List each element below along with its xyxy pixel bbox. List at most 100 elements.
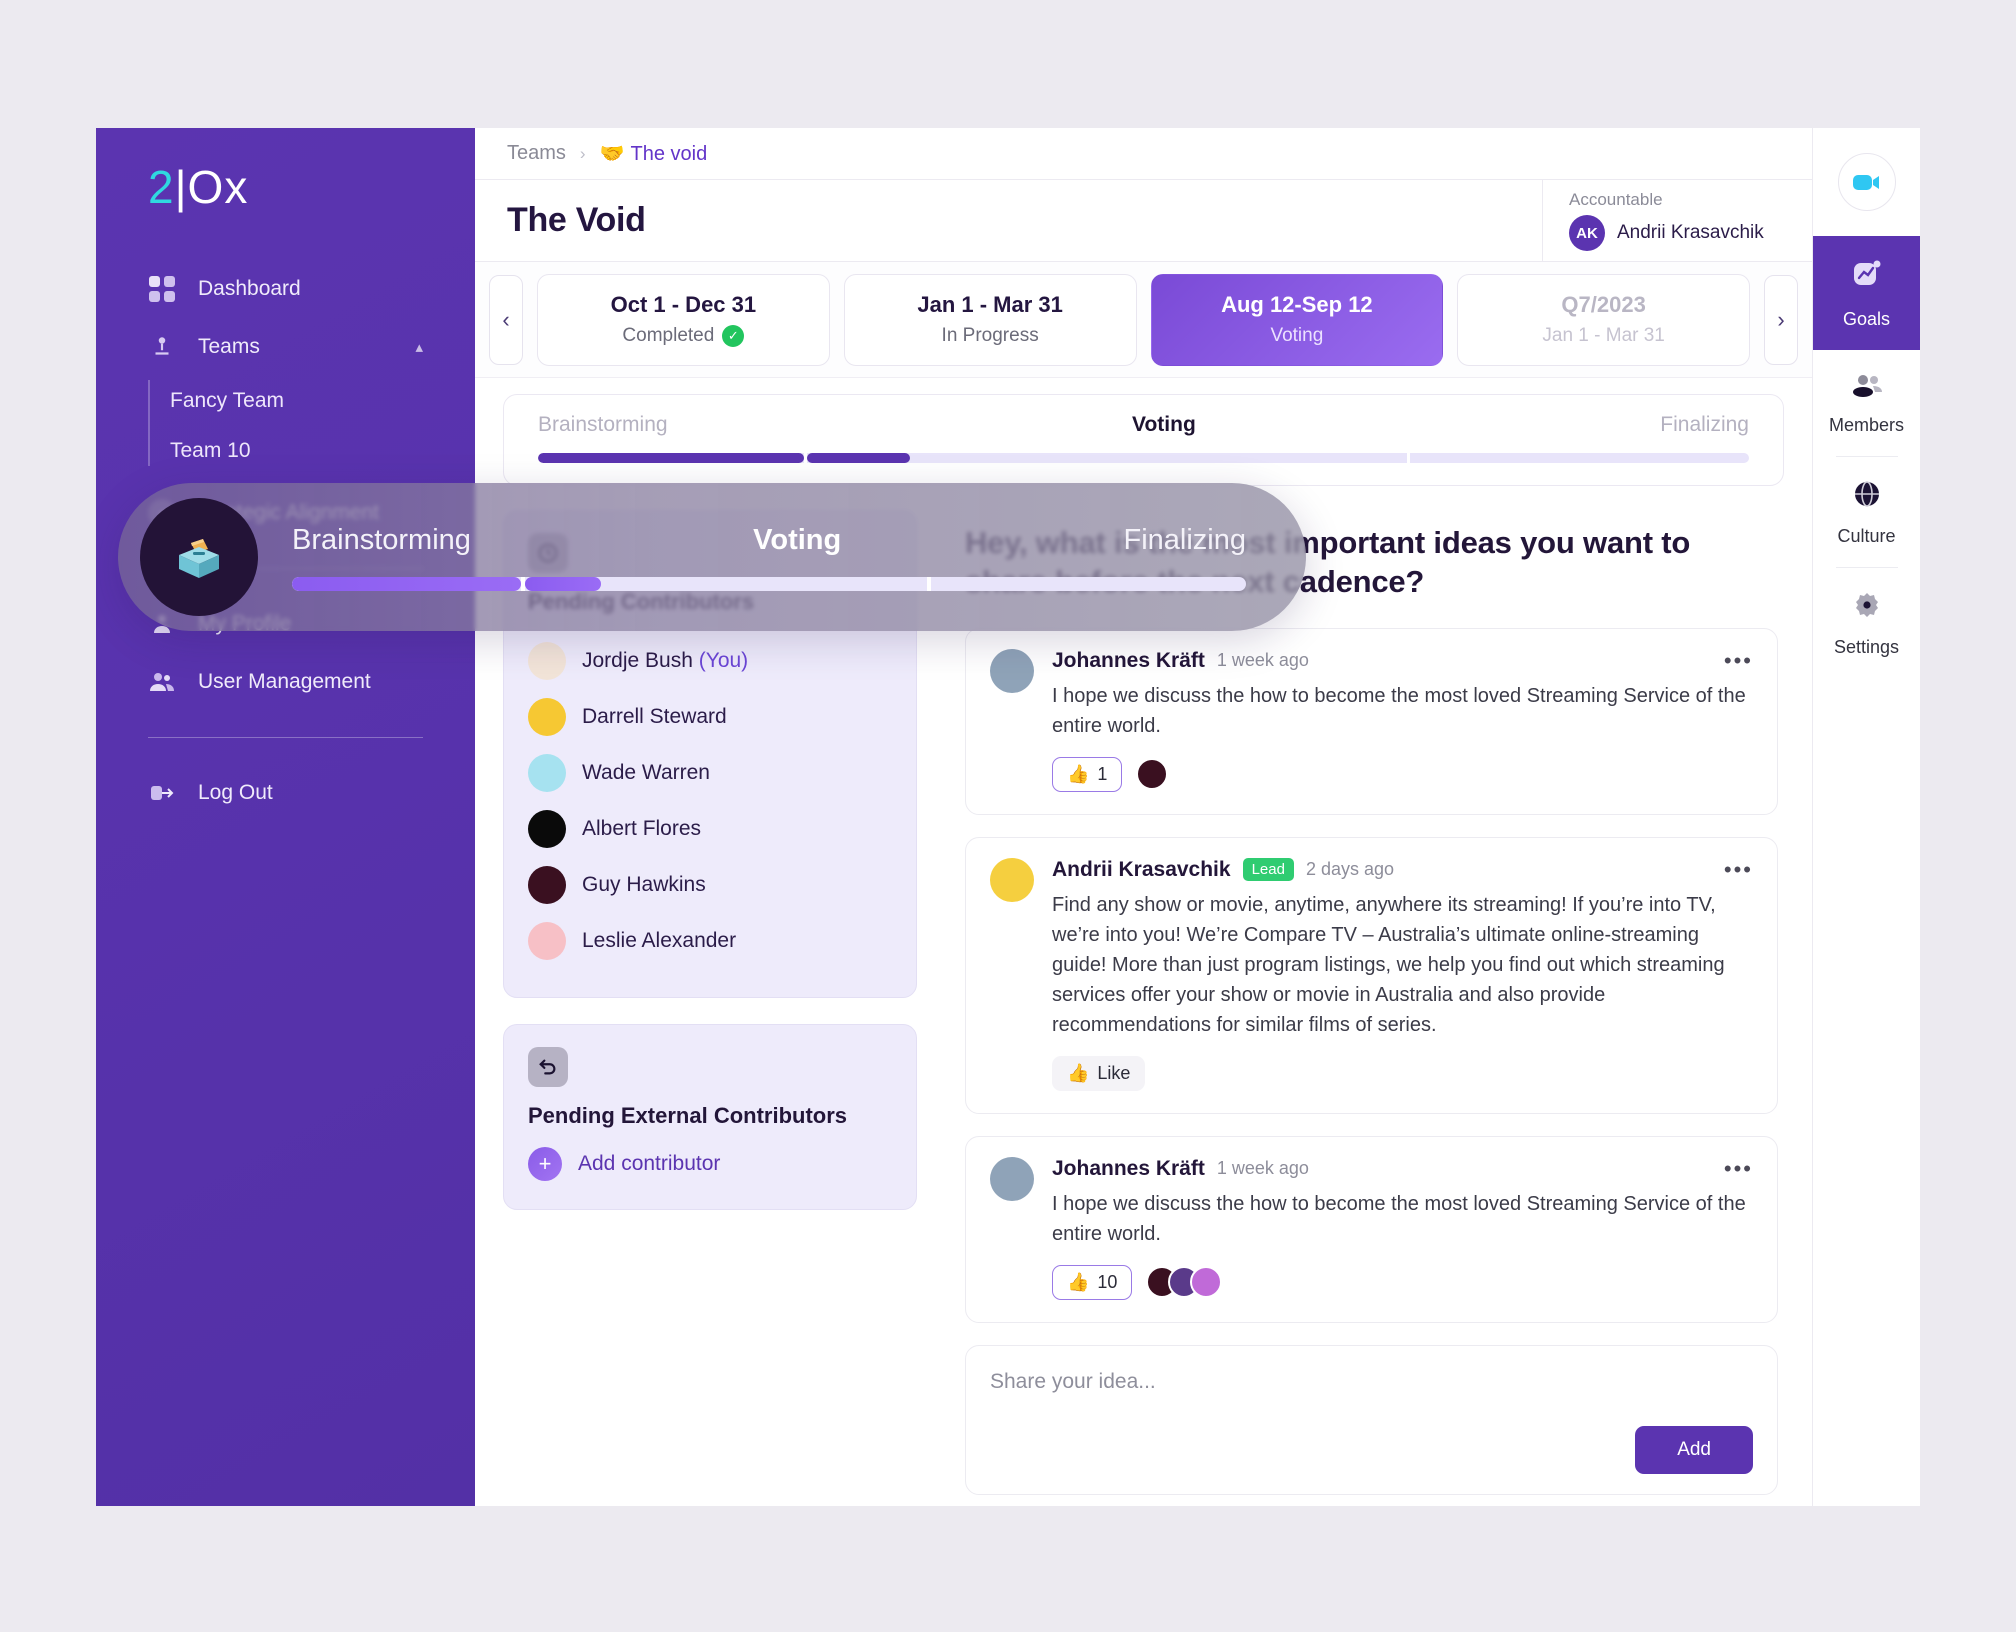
timeline-prev-button[interactable]: ‹ (489, 274, 523, 365)
chevron-up-icon[interactable]: ▴ (415, 338, 423, 356)
video-call-block (1813, 128, 1920, 236)
overlay-tab-voting[interactable]: Voting (753, 524, 841, 557)
team-icon (148, 333, 176, 361)
timeline-card-1[interactable]: Oct 1 - Dec 31 Completed ✓ (537, 273, 830, 366)
app-logo[interactable]: 2|Ox (96, 128, 475, 248)
handshake-icon: 🤝 (599, 143, 625, 165)
sidebar-item-label: Teams (198, 335, 260, 358)
timeline-range: Jan 1 - Mar 31 (917, 292, 1063, 317)
timeline-range: Q7/2023 (1561, 292, 1646, 317)
logo-char-bar: | (174, 161, 188, 213)
phase-overlay[interactable]: Brainstorming Voting Finalizing (118, 483, 1306, 631)
idea-timestamp: 1 week ago (1216, 650, 1309, 670)
you-tag: (You) (692, 649, 749, 672)
idea-menu-button[interactable]: ••• (1724, 649, 1753, 671)
sidebar-item-label: Dashboard (198, 277, 301, 300)
logo-char-2: 2 (148, 161, 175, 213)
idea-menu-button[interactable]: ••• (1724, 1157, 1753, 1179)
idea-card: Andrii Krasavchik Lead 2 days ago ••• Fi… (965, 836, 1778, 1114)
avatar (528, 642, 566, 680)
rail-item-culture[interactable]: Culture (1813, 457, 1920, 567)
breadcrumb-separator: › (579, 143, 586, 163)
timeline-status: Completed ✓ (622, 325, 745, 347)
sidebar-item-logout[interactable]: Log Out (96, 764, 475, 822)
page-title: The Void (507, 201, 646, 239)
rail-item-goals[interactable]: Goals (1813, 236, 1920, 350)
accountable-block: Accountable AK Andrii Krasavchik (1542, 180, 1812, 261)
add-contributor-label: Add contributor (578, 1152, 721, 1175)
phase-progress-fill-b (807, 453, 911, 463)
like-button[interactable]: 👍 Like (1052, 1055, 1146, 1091)
idea-menu-button[interactable]: ••• (1724, 858, 1753, 880)
sidebar-team-fancy[interactable]: Fancy Team (170, 376, 475, 426)
contributor-name: Guy Hawkins (582, 873, 706, 896)
tab-finalizing[interactable]: Finalizing (1660, 413, 1749, 437)
list-item[interactable]: Jordje Bush (You) (528, 633, 892, 689)
external-contributors-title: Pending External Contributors (528, 1103, 848, 1128)
timeline-card-4[interactable]: Q7/2023 Jan 1 - Mar 31 (1457, 273, 1750, 366)
plus-icon: + (528, 1147, 562, 1181)
timeline-status-label: Voting (1270, 325, 1324, 346)
overlay-progress-track[interactable] (292, 576, 1246, 591)
avatar (528, 810, 566, 848)
overlay-tab-finalizing[interactable]: Finalizing (1124, 524, 1247, 557)
list-item[interactable]: Guy Hawkins (528, 857, 892, 913)
teams-sublist: Fancy Team Team 10 (96, 376, 475, 476)
timeline-range: Aug 12-Sep 12 (1221, 292, 1373, 317)
idea-timestamp: 1 week ago (1216, 1158, 1309, 1178)
list-item[interactable]: Albert Flores (528, 801, 892, 857)
breadcrumb-current-label: The void (630, 143, 708, 165)
overlay-content: Brainstorming Voting Finalizing (258, 524, 1306, 591)
sidebar-divider-2 (148, 737, 423, 738)
overlay-tab-brainstorming[interactable]: Brainstorming (292, 524, 471, 557)
sidebar-item-dashboard[interactable]: Dashboard (96, 260, 475, 318)
tab-voting[interactable]: Voting (1132, 413, 1196, 437)
contributor-name: Leslie Alexander (582, 929, 737, 952)
timeline-bar: ‹ Oct 1 - Dec 31 Completed ✓ Jan 1 - Mar… (475, 262, 1812, 378)
phase-progress-track[interactable] (538, 453, 1749, 463)
timeline-card-3[interactable]: Aug 12-Sep 12 Voting (1150, 273, 1444, 366)
ideas-column: Hey, what is the most important ideas yo… (945, 504, 1812, 1506)
timeline-card-2[interactable]: Jan 1 - Mar 31 In Progress (843, 273, 1137, 366)
right-rail: Goals Members Culture Settings (1812, 128, 1920, 1506)
avatar (528, 754, 566, 792)
tab-brainstorming[interactable]: Brainstorming (538, 413, 668, 437)
avatar (990, 1156, 1034, 1201)
idea-composer[interactable]: Share your idea... Add (965, 1344, 1778, 1495)
timeline-status-label: In Progress (941, 325, 1039, 346)
breadcrumb-current[interactable]: 🤝 The void (600, 141, 708, 166)
rail-item-members[interactable]: Members (1813, 350, 1920, 456)
like-button[interactable]: 👍 10 (1052, 1264, 1133, 1300)
thumbs-up-icon: 👍 (1067, 1062, 1090, 1083)
sidebar-item-user-management[interactable]: User Management (96, 653, 475, 711)
list-item[interactable]: Wade Warren (528, 745, 892, 801)
check-icon: ✓ (722, 325, 745, 347)
timeline-status-label: Completed (622, 325, 715, 346)
idea-text: I hope we discuss the how to become the … (1052, 1192, 1746, 1245)
avatar (1190, 1266, 1223, 1298)
like-label: Like (1097, 1062, 1131, 1083)
timeline-status-label: Jan 1 - Mar 31 (1542, 325, 1665, 346)
breadcrumb-root[interactable]: Teams (507, 142, 566, 165)
rail-item-settings[interactable]: Settings (1813, 568, 1920, 678)
avatar (528, 698, 566, 736)
list-item[interactable]: Darrell Steward (528, 689, 892, 745)
avatar (990, 857, 1034, 902)
sidebar-item-teams[interactable]: Teams ▴ (96, 318, 475, 376)
globe-icon (1852, 479, 1882, 514)
sidebar-team-10[interactable]: Team 10 (170, 426, 475, 476)
share-idea-placeholder: Share your idea... (990, 1369, 1156, 1393)
contributor-name: Jordje Bush (You) (582, 649, 749, 672)
video-camera-icon[interactable] (1837, 153, 1896, 211)
idea-card: Johannes Kräft 1 week ago ••• I hope we … (965, 627, 1778, 815)
contributor-name: Darrell Steward (582, 705, 727, 728)
rail-item-label: Members (1828, 415, 1904, 435)
like-button[interactable]: 👍 1 (1052, 756, 1123, 792)
add-button[interactable]: Add (1635, 1425, 1753, 1474)
members-icon (1851, 372, 1883, 403)
add-contributor-button[interactable]: + Add contributor (528, 1147, 892, 1181)
list-item[interactable]: Leslie Alexander (528, 913, 892, 969)
idea-card: Johannes Kräft 1 week ago ••• I hope we … (965, 1135, 1778, 1323)
contributor-name: Wade Warren (582, 761, 710, 784)
timeline-next-button[interactable]: › (1764, 274, 1798, 365)
